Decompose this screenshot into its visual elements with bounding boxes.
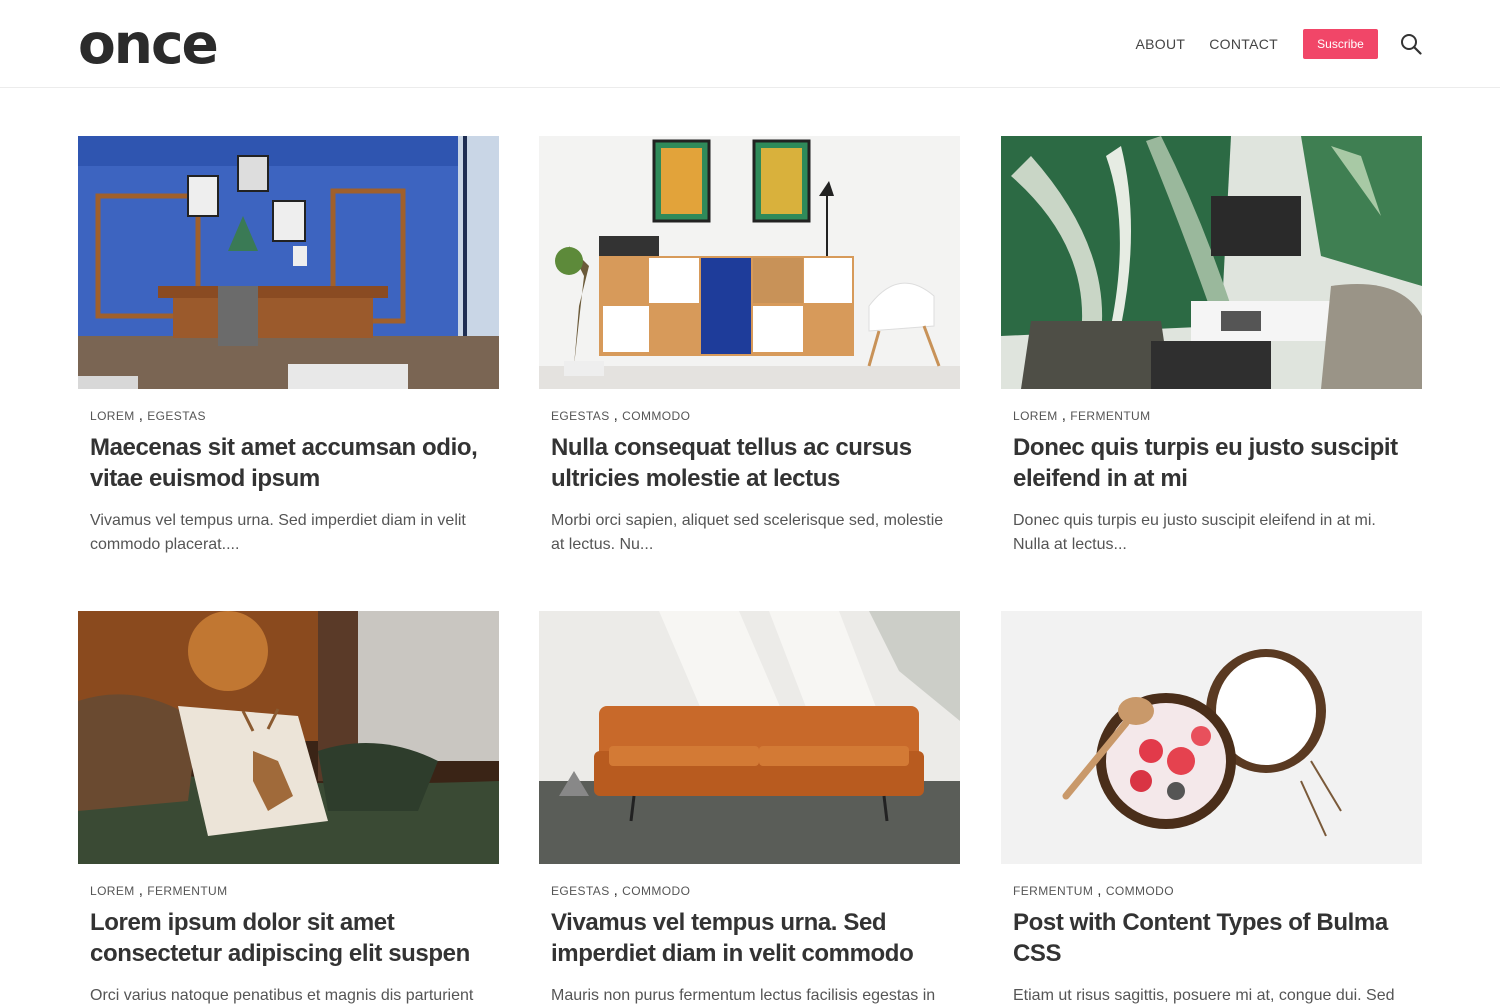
post-thumbnail-orange-sofa[interactable] [539, 611, 960, 864]
post-tags: LOREM, EGESTAS [90, 407, 206, 424]
nav-about-link[interactable]: ABOUT [1136, 36, 1186, 52]
post-card: LOREM, FERMENTUM Donec quis turpis eu jus… [1001, 136, 1422, 557]
post-tags: LOREM, FERMENTUM [90, 882, 228, 899]
post-tags: LOREM, FERMENTUM [1013, 407, 1151, 424]
post-title[interactable]: Donec quis turpis eu justo suscipit elei… [1013, 432, 1410, 494]
tag-link[interactable]: EGESTAS [551, 884, 610, 898]
post-card: LOREM, FERMENTUM Lorem ipsum dolor sit am… [78, 611, 499, 1008]
post-excerpt: Donec quis turpis eu justo suscipit elei… [1013, 512, 1376, 553]
post-thumbnail-coconut-bowl[interactable] [1001, 611, 1422, 864]
tag-link[interactable]: EGESTAS [147, 409, 206, 423]
post-title[interactable]: Maecenas sit amet accumsan odio, vitae e… [90, 432, 487, 494]
post-tags: EGESTAS, COMMODO [551, 882, 691, 899]
post-title[interactable]: Post with Content Types of Bulma CSS [1013, 907, 1410, 969]
main-nav: ABOUT CONTACT Suscribe [1136, 29, 1424, 59]
tag-link[interactable]: LOREM [90, 409, 135, 423]
post-card: LOREM, EGESTAS Maecenas sit amet accumsan… [78, 136, 499, 557]
post-thumbnail-sideboard[interactable] [539, 136, 960, 389]
post-excerpt: Mauris non purus fermentum lectus facili… [551, 987, 936, 1004]
post-excerpt: Etiam ut risus sagittis, posuere mi at, … [1013, 987, 1395, 1004]
post-thumbnail-blue-office[interactable] [78, 136, 499, 389]
tag-link[interactable]: EGESTAS [551, 409, 610, 423]
post-thumbnail-tropical-room[interactable] [1001, 136, 1422, 389]
post-tags: FERMENTUM, COMMODO [1013, 882, 1174, 899]
nav-contact-link[interactable]: CONTACT [1209, 36, 1278, 52]
post-card: FERMENTUM, COMMODO Post with Content Type… [1001, 611, 1422, 1008]
post-thumbnail-deer-pillow[interactable] [78, 611, 499, 864]
site-logo[interactable]: once [78, 8, 219, 80]
post-excerpt: Morbi orci sapien, aliquet sed scelerisq… [551, 512, 944, 553]
tag-link[interactable]: FERMENTUM [1070, 409, 1150, 423]
post-card: EGESTAS, COMMODO Vivamus vel tempus urna.… [539, 611, 960, 1008]
tag-link[interactable]: COMMODO [622, 409, 690, 423]
post-excerpt: Orci varius natoque penatibus et magnis … [90, 987, 474, 1004]
search-icon[interactable] [1398, 31, 1424, 57]
post-excerpt: Vivamus vel tempus urna. Sed imperdiet d… [90, 512, 466, 553]
post-title[interactable]: Lorem ipsum dolor sit amet consectetur a… [90, 907, 487, 969]
post-title[interactable]: Vivamus vel tempus urna. Sed imperdiet d… [551, 907, 948, 969]
post-title[interactable]: Nulla consequat tellus ac cursus ultrici… [551, 432, 948, 494]
tag-link[interactable]: FERMENTUM [147, 884, 227, 898]
site-header: once ABOUT CONTACT Suscribe [0, 0, 1500, 88]
tag-link[interactable]: COMMODO [1106, 884, 1174, 898]
tag-link[interactable]: FERMENTUM [1013, 884, 1093, 898]
tag-link[interactable]: COMMODO [622, 884, 690, 898]
subscribe-button[interactable]: Suscribe [1303, 29, 1378, 59]
tag-link[interactable]: LOREM [1013, 409, 1058, 423]
tag-link[interactable]: LOREM [90, 884, 135, 898]
post-tags: EGESTAS, COMMODO [551, 407, 691, 424]
post-card: EGESTAS, COMMODO Nulla consequat tellus a… [539, 136, 960, 557]
